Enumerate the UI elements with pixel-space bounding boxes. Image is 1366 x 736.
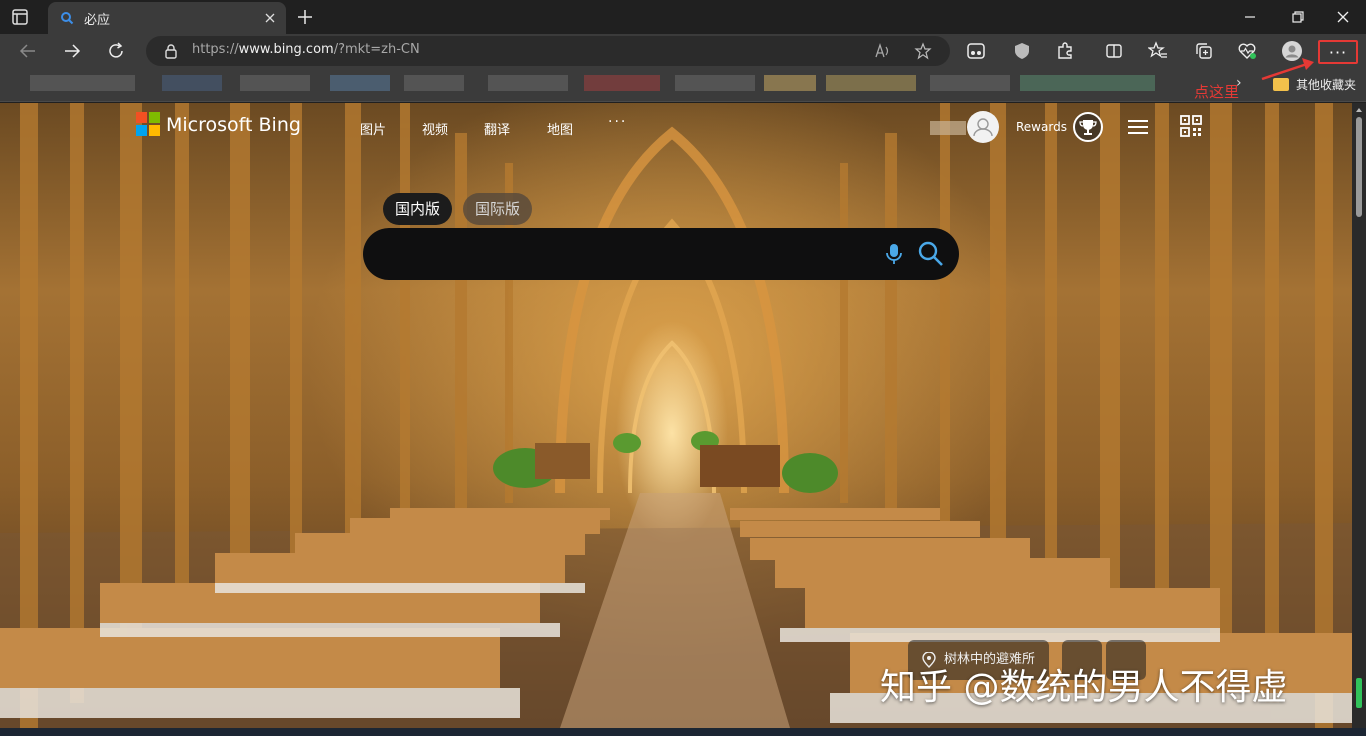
scroll-indicator	[1356, 678, 1362, 708]
bing-brand-name[interactable]: Microsoft Bing	[166, 114, 301, 136]
nav-maps[interactable]: 地图	[547, 119, 573, 138]
tab-actions-icon[interactable]	[10, 7, 30, 27]
tab-domestic[interactable]: 国内版	[383, 193, 453, 225]
close-window-icon[interactable]	[1331, 5, 1355, 29]
favorite-item-blurred[interactable]	[764, 75, 816, 91]
user-name-blurred[interactable]	[930, 121, 966, 135]
tab-title: 必应	[84, 13, 111, 28]
collections-icon	[1196, 43, 1212, 59]
navigation-toolbar: https://www.bing.com/?mkt=zh-CN ···	[0, 34, 1366, 68]
read-aloud-icon[interactable]	[874, 42, 892, 60]
scrollbar-thumb[interactable]	[1356, 117, 1362, 217]
search-input[interactable]	[363, 228, 959, 280]
restore-icon[interactable]	[1285, 5, 1309, 29]
tab-close-icon[interactable]	[262, 10, 278, 26]
tab-bing[interactable]: 必应	[48, 2, 286, 34]
favorite-item-blurred[interactable]	[826, 75, 916, 91]
nav-more-button[interactable]: ···	[608, 114, 627, 130]
refresh-button[interactable]	[104, 39, 128, 63]
browser-window: 必应 https://www.bing.com/?mkt=zh-CN ··· ›…	[0, 0, 1366, 736]
split-screen-button[interactable]	[1102, 39, 1126, 63]
url-scheme: https://	[192, 42, 239, 57]
favorite-item-blurred[interactable]	[584, 75, 660, 91]
chapel-background-image	[0, 103, 1352, 728]
bing-homepage: Microsoft Bing 图片 视频 翻译 地图 ··· Rewards 国…	[0, 103, 1352, 728]
arrow-right-icon	[65, 44, 81, 58]
favorite-item-blurred[interactable]	[240, 75, 310, 91]
minimize-icon[interactable]	[1238, 5, 1262, 29]
back-button[interactable]	[16, 39, 40, 63]
extensions-button[interactable]	[1053, 39, 1077, 63]
collections-button[interactable]	[1192, 39, 1216, 63]
extension-button-1[interactable]	[964, 39, 988, 63]
heart-pulse-icon	[1238, 43, 1256, 59]
user-avatar[interactable]	[967, 111, 999, 143]
bing-search-favicon-icon	[61, 12, 74, 25]
favorite-item-blurred[interactable]	[930, 75, 1010, 91]
forward-button[interactable]	[60, 39, 84, 63]
rewards-link[interactable]: Rewards	[1016, 120, 1067, 134]
new-tab-icon[interactable]	[294, 6, 316, 28]
favorites-button[interactable]	[1146, 39, 1170, 63]
favorites-bar: › 其他收藏夹	[0, 68, 1366, 102]
arrow-left-icon	[19, 44, 35, 58]
extension-glasses-icon	[967, 43, 985, 59]
scroll-up-arrow-icon[interactable]	[1355, 106, 1363, 114]
page-scrollbar[interactable]	[1352, 103, 1366, 728]
add-favorite-star-icon[interactable]	[914, 42, 932, 60]
url-text[interactable]: https://www.bing.com/?mkt=zh-CN	[192, 42, 420, 57]
taskbar-edge	[0, 728, 1366, 736]
extension-button-2[interactable]	[1010, 39, 1034, 63]
favorite-item-blurred[interactable]	[488, 75, 568, 91]
search-icon[interactable]	[917, 240, 945, 268]
favorite-item-blurred[interactable]	[404, 75, 464, 91]
lock-icon[interactable]	[162, 42, 180, 60]
rewards-button[interactable]	[1073, 112, 1103, 142]
menu-hamburger-icon[interactable]	[1126, 117, 1150, 137]
url-host: www.bing.com	[238, 42, 334, 57]
split-screen-icon	[1106, 44, 1122, 58]
shield-icon	[1015, 43, 1029, 59]
tab-strip: 必应	[0, 0, 1366, 34]
refresh-icon	[109, 42, 123, 58]
nav-images[interactable]: 图片	[360, 119, 386, 138]
nav-videos[interactable]: 视频	[422, 119, 448, 138]
microsoft-logo-icon[interactable]	[136, 112, 160, 136]
nav-translate[interactable]: 翻译	[484, 119, 510, 138]
favorite-item-blurred[interactable]	[1020, 75, 1155, 91]
favorite-item-blurred[interactable]	[330, 75, 390, 91]
zhihu-watermark: 知乎 @数统的男人不得虚	[880, 667, 1288, 708]
qr-code-icon[interactable]	[1179, 114, 1203, 138]
favorites-star-list-icon	[1148, 41, 1167, 58]
annotation-arrow-icon	[1261, 58, 1314, 81]
microphone-icon[interactable]	[883, 242, 905, 266]
favorite-item-blurred[interactable]	[162, 75, 222, 91]
annotation-text: 点这里	[1194, 83, 1240, 101]
puzzle-icon	[1058, 42, 1072, 59]
favorite-item-blurred[interactable]	[675, 75, 755, 91]
tab-international[interactable]: 国际版	[463, 193, 533, 225]
url-path: /?mkt=zh-CN	[333, 42, 420, 57]
person-icon	[973, 118, 993, 137]
trophy-icon	[1079, 120, 1097, 135]
favorite-item-blurred[interactable]	[30, 75, 135, 91]
address-bar[interactable]: https://www.bing.com/?mkt=zh-CN	[146, 36, 950, 66]
